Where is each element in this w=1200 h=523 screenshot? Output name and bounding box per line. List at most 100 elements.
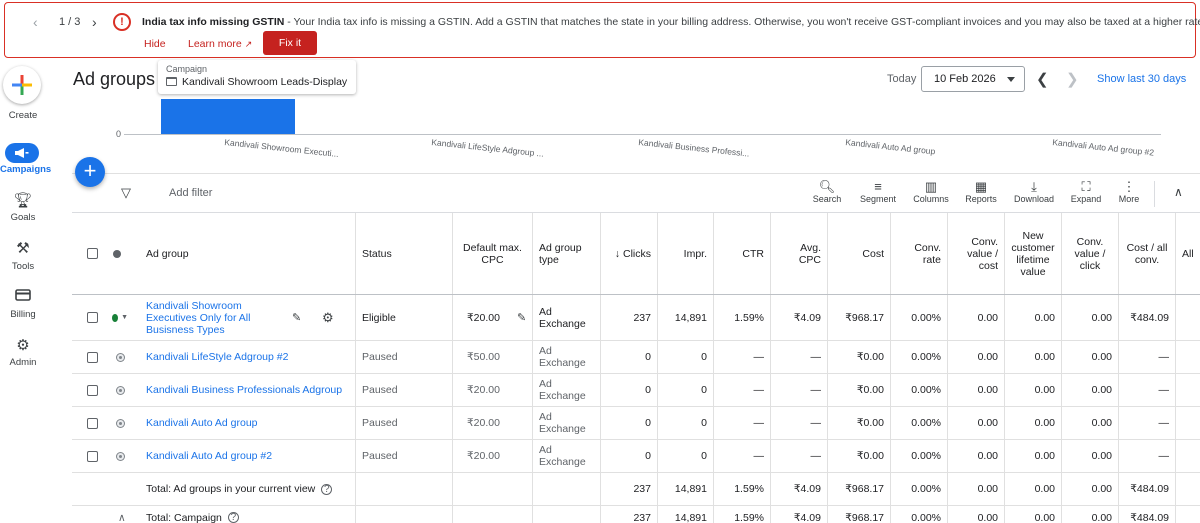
cell-cvclick: 0.00 — [1062, 407, 1119, 439]
header-all[interactable]: All — [1176, 213, 1200, 294]
ad-group-link[interactable]: Kandivali LifeStyle Adgroup #2 — [146, 351, 288, 363]
cell-default-max-cpc: ₹50.00 — [453, 341, 533, 373]
header-conv-value-click[interactable]: Conv. value / click — [1062, 213, 1119, 294]
header-avg-cpc[interactable]: Avg. CPC — [771, 213, 828, 294]
cell-conv_rate: 0.00% — [891, 407, 948, 439]
header-ad-group[interactable]: Ad group — [140, 213, 356, 294]
date-next-icon[interactable]: ❯ — [1066, 70, 1079, 88]
learn-more-link[interactable]: Learn more ↗ — [188, 38, 252, 50]
row-checkbox[interactable] — [86, 312, 98, 323]
edit-pencil-icon[interactable]: ✎ — [292, 311, 301, 324]
row-checkbox[interactable] — [86, 384, 98, 396]
ad-group-link[interactable]: Kandivali Auto Ad group — [146, 417, 258, 429]
total-label-cell: Total: Ad groups in your current view? — [140, 473, 356, 505]
edit-pencil-icon[interactable]: ✎ — [517, 311, 526, 324]
segment-button[interactable]: ≡ Segment — [858, 179, 898, 204]
row-status-cell[interactable] — [106, 440, 134, 472]
header-default-max-cpc[interactable]: Default max. CPC — [453, 213, 533, 294]
expand-icon: ⛶ — [1081, 179, 1091, 194]
row-status-cell[interactable]: ▼ — [106, 295, 134, 340]
cell-cvclick: 0.00 — [1062, 506, 1119, 523]
select-all-checkbox[interactable] — [86, 248, 98, 259]
fix-it-button[interactable]: Fix it — [263, 31, 317, 55]
search-button[interactable]: 🔍︎ Search — [811, 179, 843, 204]
more-button[interactable]: ⋮ More — [1116, 179, 1142, 204]
admin-label[interactable]: Admin — [0, 357, 46, 368]
external-link-icon: ↗ — [244, 39, 253, 49]
cell-ctr: — — [714, 374, 771, 406]
tools-icon[interactable]: ⚒ — [12, 239, 34, 257]
cell-all — [1176, 407, 1200, 439]
chevron-up-icon[interactable]: ∧ — [118, 512, 126, 523]
create-button[interactable] — [3, 66, 41, 104]
hide-link[interactable]: Hide — [144, 38, 166, 50]
status-dot-icon — [116, 386, 124, 394]
table-row: Kandivali LifeStyle Adgroup #2 Paused ₹50.… — [72, 341, 1200, 374]
cell-cvclick: 0.00 — [1062, 374, 1119, 406]
header-conv-rate[interactable]: Conv. rate — [891, 213, 948, 294]
campaign-selector[interactable]: Campaign Kandivali Showroom Leads-Displa… — [158, 60, 356, 94]
ad-group-link[interactable]: Kandivali Business Professionals Adgroup — [146, 384, 342, 396]
banner-title: India tax info missing GSTIN — [142, 16, 285, 28]
cell-all — [1176, 295, 1200, 340]
show-last-30-days-link[interactable]: Show last 30 days — [1097, 73, 1186, 85]
header-conv-value-cost[interactable]: Conv. value / cost — [948, 213, 1005, 294]
header-ctr[interactable]: CTR — [714, 213, 771, 294]
reports-icon: ▦ — [974, 179, 988, 194]
tools-label[interactable]: Tools — [0, 261, 46, 272]
cell-clicks: 237 — [601, 473, 658, 505]
table-header-row: Ad group Status Default max. CPC Ad grou… — [72, 213, 1200, 295]
gear-icon[interactable]: ⚙ — [12, 336, 34, 354]
cell-ad-group: Kandivali Business Professionals Adgroup — [140, 374, 356, 406]
cell-ncl: 0.00 — [1005, 407, 1062, 439]
credit-card-icon[interactable] — [12, 288, 34, 305]
help-icon[interactable]: ? — [227, 512, 239, 523]
download-button[interactable]: ⤓ Download — [1012, 179, 1056, 204]
expand-button[interactable]: ⛶ Expand — [1068, 179, 1104, 204]
trophy-icon[interactable]: 🏆︎ — [12, 191, 34, 209]
header-status[interactable]: Status — [356, 213, 453, 294]
gear-icon[interactable]: ⚙ — [322, 310, 334, 326]
header-new-customer-lifetime-value[interactable]: New customer lifetime value — [1005, 213, 1062, 294]
help-icon[interactable]: ? — [321, 483, 333, 495]
toolbar-divider — [1154, 181, 1155, 207]
add-filter-button[interactable]: Add filter — [169, 187, 212, 199]
total-row: ∧ Total: Campaign? 237 14,891 1.59% ₹4.09 ₹968… — [72, 506, 1200, 523]
megaphone-icon — [15, 148, 29, 158]
banner-next-icon[interactable]: › — [92, 14, 97, 30]
header-cost-all-conv[interactable]: Cost / all conv. — [1119, 213, 1176, 294]
row-checkbox[interactable] — [86, 417, 98, 429]
cell-ad-group-type — [533, 506, 601, 523]
header-clicks[interactable]: ↓ Clicks — [601, 213, 658, 294]
columns-button[interactable]: ▥ Columns — [912, 179, 950, 204]
error-icon: ! — [113, 13, 131, 31]
date-range-select[interactable]: 10 Feb 2026 — [921, 66, 1025, 92]
row-status-cell[interactable] — [106, 374, 134, 406]
header-impr[interactable]: Impr. — [658, 213, 714, 294]
cell-impr: 0 — [658, 341, 714, 373]
campaigns-nav-button[interactable] — [5, 143, 39, 163]
header-ad-group-type[interactable]: Ad group type — [533, 213, 601, 294]
row-status-cell[interactable] — [106, 407, 134, 439]
cell-cost: ₹0.00 — [828, 341, 891, 373]
cell-all — [1176, 440, 1200, 472]
cell-ncl: 0.00 — [1005, 295, 1062, 340]
row-status-cell[interactable] — [106, 341, 134, 373]
row-checkbox[interactable] — [86, 351, 98, 363]
cell-ad-group-type: Ad Exchange — [533, 295, 601, 340]
cell-cvc: 0.00 — [948, 407, 1005, 439]
ad-group-link[interactable]: Kandivali Showroom Executives Only for A… — [146, 300, 266, 336]
date-prev-icon[interactable]: ❮ — [1036, 70, 1049, 88]
status-dot-icon — [116, 419, 124, 427]
cell-default-max-cpc: ₹20.00 — [453, 440, 533, 472]
reports-button[interactable]: ▦ Reports — [963, 179, 999, 204]
cell-ncl: 0.00 — [1005, 506, 1062, 523]
header-cost[interactable]: Cost — [828, 213, 891, 294]
ad-group-link[interactable]: Kandivali Auto Ad group #2 — [146, 450, 272, 462]
goals-label[interactable]: Goals — [0, 212, 46, 223]
billing-label[interactable]: Billing — [0, 309, 46, 320]
banner-prev-icon[interactable]: ‹ — [33, 14, 38, 30]
filter-icon[interactable]: ▽ — [121, 185, 131, 201]
row-checkbox[interactable] — [86, 450, 98, 462]
chevron-up-icon[interactable]: ∧ — [1174, 185, 1183, 199]
